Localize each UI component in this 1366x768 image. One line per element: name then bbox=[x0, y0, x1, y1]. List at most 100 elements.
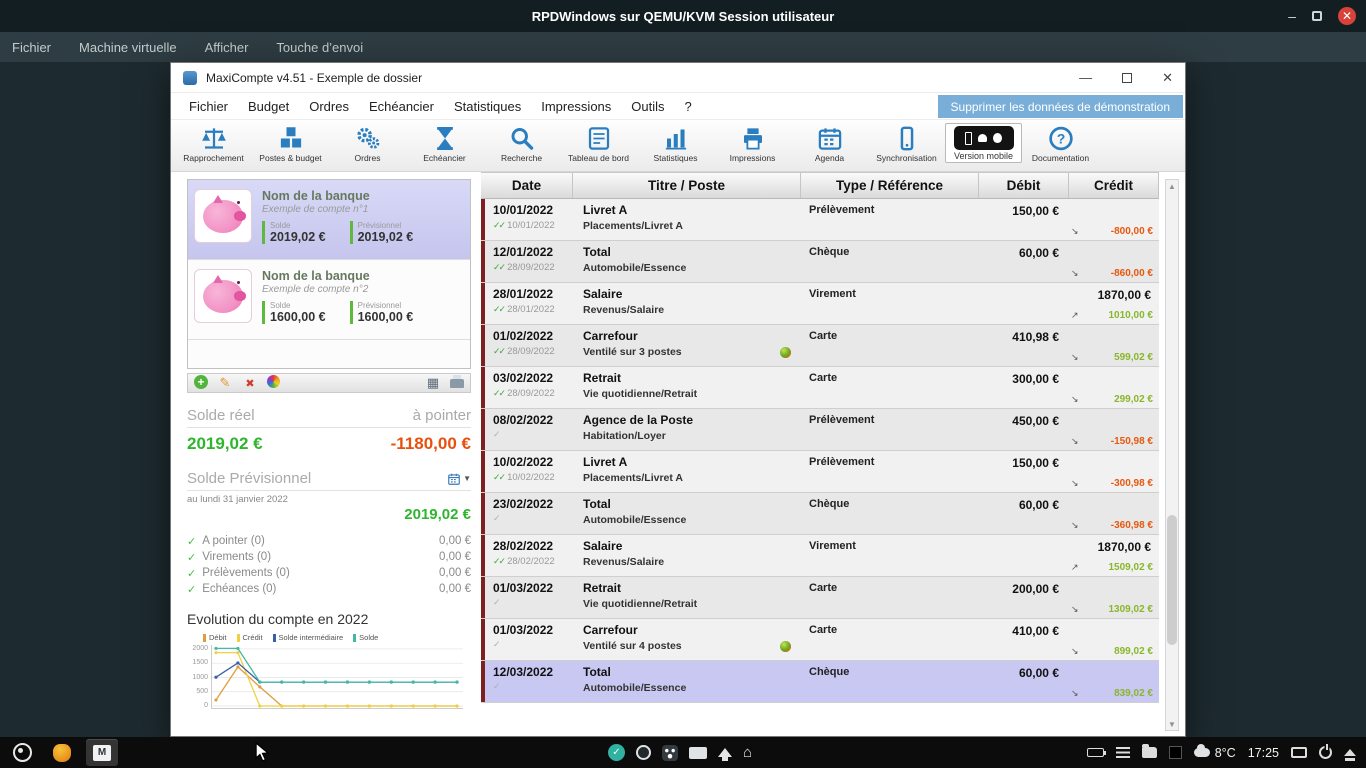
toolbar-button[interactable]: Agenda bbox=[791, 123, 868, 163]
battery-icon[interactable] bbox=[1087, 748, 1104, 757]
vm-menu-item[interactable]: Afficher bbox=[205, 40, 249, 55]
toolbar-button[interactable]: Postes & budget bbox=[252, 123, 329, 163]
pointed-date: 28/09/2022 bbox=[507, 388, 555, 399]
transaction-row[interactable]: 10/01/2022 10/01/2022 Livret A Placement… bbox=[481, 199, 1159, 241]
app-menu-item[interactable]: ? bbox=[675, 99, 702, 114]
vm-menu-item[interactable]: Touche d’envoi bbox=[276, 40, 363, 55]
forecast-balance-value: 2019,02 € bbox=[187, 506, 471, 523]
transaction-date: 23/02/2022 bbox=[493, 497, 573, 511]
transaction-row[interactable]: 28/02/2022 28/02/2022 Salaire Revenus/Sa… bbox=[481, 535, 1159, 577]
balance-value: 899,02 € bbox=[1114, 646, 1153, 657]
transaction-row[interactable]: 01/02/2022 28/09/2022 Carrefour Ventilé … bbox=[481, 325, 1159, 367]
scrollbar-thumb[interactable] bbox=[1167, 515, 1177, 645]
app-menu-item[interactable]: Budget bbox=[238, 99, 299, 114]
display-icon[interactable] bbox=[1291, 747, 1307, 758]
menu-lines-icon[interactable] bbox=[1116, 747, 1130, 758]
table-scrollbar[interactable]: ▲ ▼ bbox=[1165, 179, 1179, 731]
balance-value: -860,00 € bbox=[1111, 268, 1153, 279]
weather-widget[interactable]: 8°C bbox=[1194, 746, 1236, 760]
running-balance: ↘ 1309,02 € bbox=[1069, 604, 1155, 615]
account-tool-icon[interactable] bbox=[425, 375, 441, 391]
legend-swatch bbox=[203, 634, 206, 642]
toolbar-button[interactable]: Rapprochement bbox=[175, 123, 252, 163]
app-menu-item[interactable]: Echéancier bbox=[359, 99, 444, 114]
app-launcher-flame[interactable] bbox=[46, 739, 78, 766]
balance-trend-icon: ↘ bbox=[1071, 268, 1079, 279]
forecast-date-picker[interactable]: ▼ bbox=[447, 472, 471, 486]
delete-demo-data-button[interactable]: Supprimer les données de démonstration bbox=[938, 95, 1183, 118]
toolbar-button[interactable]: Tableau de bord bbox=[560, 123, 637, 163]
tray-sync-ok-icon[interactable] bbox=[608, 744, 625, 761]
toolbar-button[interactable]: Documentation bbox=[1022, 123, 1099, 163]
column-header[interactable]: Débit bbox=[979, 173, 1069, 198]
running-balance: ↗ 1010,00 € bbox=[1069, 310, 1155, 321]
toolbar-icon bbox=[508, 125, 536, 152]
app-icon bbox=[183, 71, 197, 85]
app-menu-item[interactable]: Ordres bbox=[299, 99, 359, 114]
toolbar-button[interactable]: Echéancier bbox=[406, 123, 483, 163]
account-item[interactable]: Nom de la banque Exemple de compte n°1 S… bbox=[188, 180, 470, 260]
vm-maximize-button[interactable] bbox=[1312, 11, 1322, 21]
tray-upload-icon[interactable] bbox=[718, 748, 732, 757]
toolbar-button[interactable]: Recherche bbox=[483, 123, 560, 163]
account-action-icon[interactable] bbox=[194, 375, 208, 389]
transaction-row[interactable]: 10/02/2022 10/02/2022 Livret A Placement… bbox=[481, 451, 1159, 493]
transaction-date: 28/02/2022 bbox=[493, 539, 573, 553]
credit-amount bbox=[1069, 456, 1155, 469]
app-minimize-button[interactable]: — bbox=[1079, 71, 1092, 84]
tray-keyboard-icon[interactable] bbox=[689, 747, 707, 759]
app-menu-item[interactable]: Statistiques bbox=[444, 99, 531, 114]
power-icon[interactable] bbox=[1319, 746, 1332, 759]
vm-minimize-button[interactable]: – bbox=[1288, 9, 1296, 23]
tray-home-icon[interactable]: ⌂ bbox=[743, 745, 752, 760]
phone-icon bbox=[965, 132, 972, 145]
toolbar-button[interactable]: Impressions bbox=[714, 123, 791, 163]
vm-menu-item[interactable]: Fichier bbox=[12, 40, 51, 55]
tray-record-icon[interactable] bbox=[636, 745, 651, 760]
column-header[interactable]: Type / Référence bbox=[801, 173, 979, 198]
vm-menu-item[interactable]: Machine virtuelle bbox=[79, 40, 177, 55]
debit-amount: 150,00 € bbox=[979, 199, 1069, 240]
transaction-row[interactable]: 12/03/2022 Total Automobile/Essence bbox=[481, 661, 1159, 703]
pointed-check-icon bbox=[493, 640, 499, 649]
app-menu-item[interactable]: Impressions bbox=[531, 99, 621, 114]
files-icon[interactable] bbox=[1142, 747, 1157, 758]
transaction-row[interactable]: 01/03/2022 Retrait Vie quotidienne/Retra… bbox=[481, 577, 1159, 619]
app-close-button[interactable]: ✕ bbox=[1162, 71, 1173, 84]
column-header[interactable]: Titre / Poste bbox=[573, 173, 801, 198]
toolbar-button[interactable]: Synchronisation bbox=[868, 123, 945, 163]
eject-icon[interactable] bbox=[1344, 749, 1356, 756]
clock[interactable]: 17:25 bbox=[1248, 746, 1279, 760]
account-action-icon[interactable] bbox=[267, 375, 280, 388]
balance-trend-icon: ↗ bbox=[1071, 562, 1079, 573]
account-item[interactable]: Nom de la banque Exemple de compte n°2 S… bbox=[188, 260, 470, 340]
toolbar-button[interactable]: Version mobile bbox=[945, 123, 1022, 163]
transaction-row[interactable]: 01/03/2022 Carrefour Ventilé sur 4 poste… bbox=[481, 619, 1159, 661]
column-header[interactable]: Crédit bbox=[1069, 173, 1159, 198]
transaction-type: Virement bbox=[801, 535, 979, 576]
transaction-row[interactable]: 28/01/2022 28/01/2022 Salaire Revenus/Sa… bbox=[481, 283, 1159, 325]
terminal-tray-icon[interactable] bbox=[1169, 746, 1182, 759]
column-header[interactable]: Date bbox=[481, 173, 573, 198]
transaction-row[interactable]: 03/02/2022 28/09/2022 Retrait Vie quotid… bbox=[481, 367, 1159, 409]
transaction-row[interactable]: 12/01/2022 28/09/2022 Total Automobile/E… bbox=[481, 241, 1159, 283]
app-launcher-ball[interactable] bbox=[6, 739, 38, 766]
account-action-icon[interactable] bbox=[242, 375, 258, 391]
transaction-row[interactable]: 08/02/2022 Agence de la Poste Habitation… bbox=[481, 409, 1159, 451]
app-titlebar[interactable]: MaxiCompte v4.51 - Exemple de dossier — … bbox=[171, 63, 1185, 93]
tray-paw-icon[interactable] bbox=[662, 745, 678, 761]
app-menu-item[interactable]: Outils bbox=[621, 99, 674, 114]
transaction-category: Automobile/Essence bbox=[583, 514, 686, 526]
transaction-row[interactable]: 23/02/2022 Total Automobile/Essence bbox=[481, 493, 1159, 535]
app-menu-item[interactable]: Fichier bbox=[179, 99, 238, 114]
toolbar-button[interactable]: Statistiques bbox=[637, 123, 714, 163]
account-action-icon[interactable] bbox=[217, 375, 233, 391]
toolbar-button[interactable]: Ordres bbox=[329, 123, 406, 163]
active-app-button[interactable]: M bbox=[86, 739, 118, 766]
scroll-up-arrow[interactable]: ▲ bbox=[1166, 180, 1178, 192]
vm-close-button[interactable]: ✕ bbox=[1338, 7, 1356, 25]
app-maximize-button[interactable] bbox=[1122, 73, 1132, 83]
scroll-down-arrow[interactable]: ▼ bbox=[1166, 718, 1178, 730]
account-tool-icon[interactable] bbox=[450, 379, 464, 388]
app-toolbar: Rapprochement Postes & budget bbox=[171, 120, 1185, 172]
